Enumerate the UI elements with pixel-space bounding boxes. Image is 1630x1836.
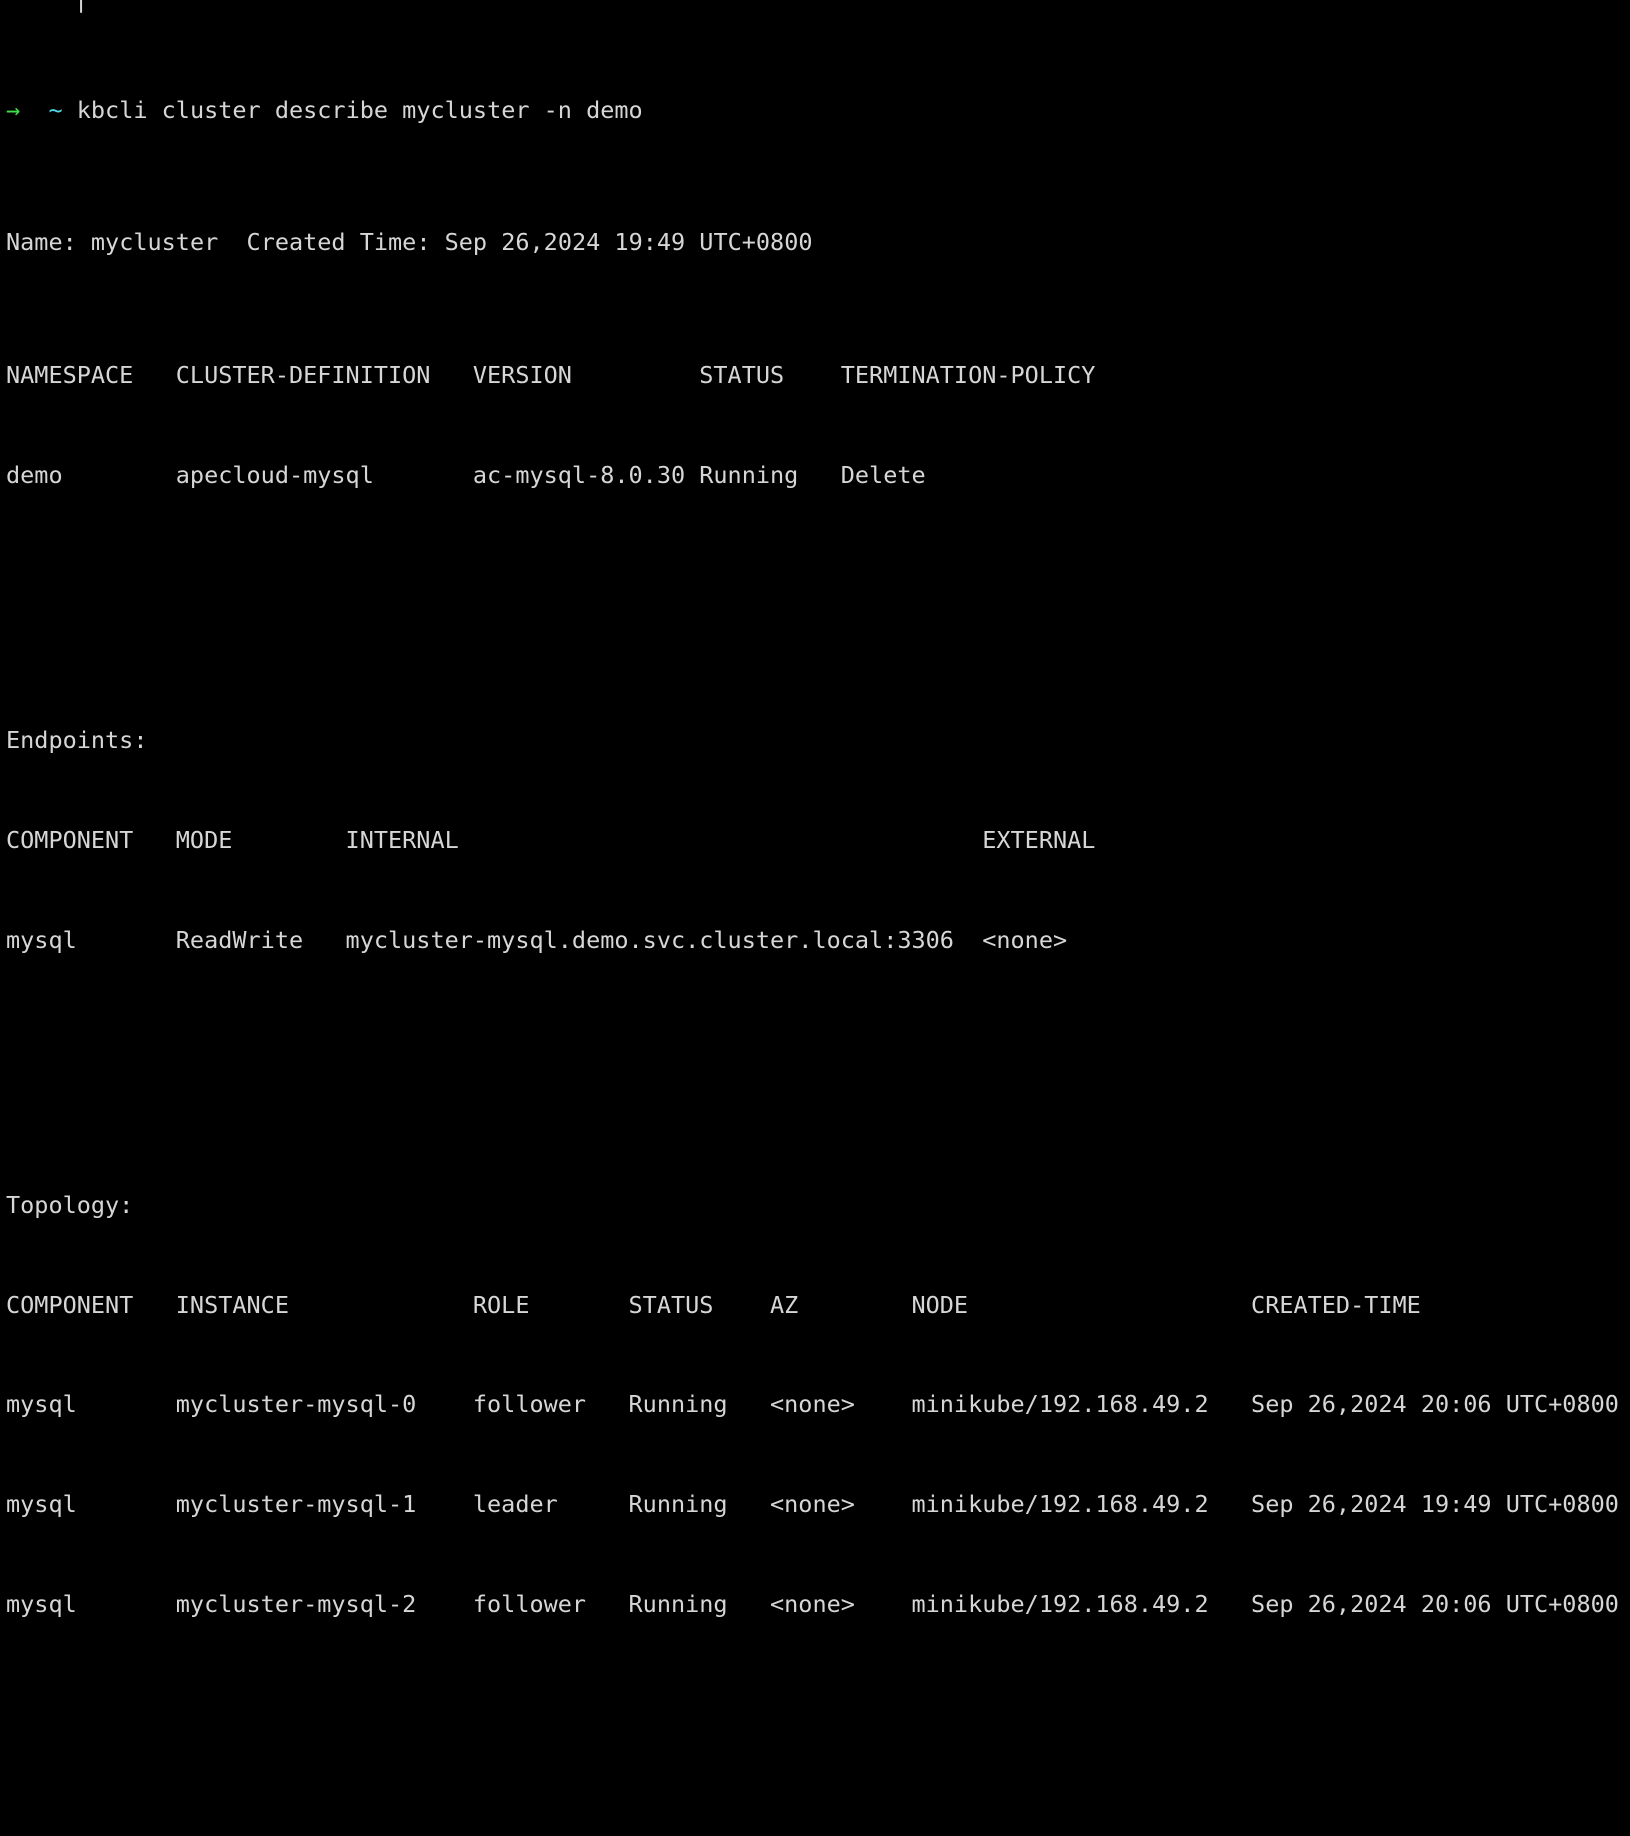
endpoints-table-header: COMPONENT MODE INTERNAL EXTERNAL: [6, 825, 1096, 854]
sp: [218, 228, 246, 256]
prompt-arrow-icon: →: [6, 95, 21, 124]
summary-created-value: Sep 26,2024 19:49 UTC+0800: [444, 228, 813, 257]
summary-table-row: demo apecloud-mysql ac-mysql-8.0.30 Runn…: [6, 460, 926, 489]
topology-title: Topology:: [6, 1191, 134, 1220]
topology-table-header: COMPONENT INSTANCE ROLE STATUS AZ NODE C…: [6, 1290, 1421, 1319]
sp: [77, 228, 91, 256]
summary-name-label: Name:: [6, 228, 77, 257]
prompt-gap2: [63, 96, 77, 124]
prompt-tilde-icon: ~: [48, 95, 63, 124]
terminal-window[interactable]: | → ~ kbcli cluster describe mycluster -…: [0, 0, 1630, 1618]
topology-table-row: mysql mycluster-mysql-2 follower Running…: [6, 1589, 1619, 1618]
endpoints-table-row: mysql ReadWrite mycluster-mysql.demo.svc…: [6, 925, 1068, 954]
sp: [430, 228, 444, 256]
summary-name-value: mycluster: [90, 228, 219, 257]
prompt-line[interactable]: → ~ kbcli cluster describe mycluster -n …: [6, 94, 1619, 127]
summary-created-label: Created Time:: [246, 228, 431, 257]
prompt-command: kbcli cluster describe mycluster -n demo: [76, 95, 643, 124]
terminal-output: → ~ kbcli cluster describe mycluster -n …: [6, 0, 1619, 1836]
endpoints-title: Endpoints:: [6, 726, 148, 755]
topology-table-row: mysql mycluster-mysql-0 follower Running…: [6, 1390, 1619, 1419]
summary-name-line: Name: mycluster Created Time: Sep 26,202…: [6, 226, 1619, 259]
summary-table-header: NAMESPACE CLUSTER-DEFINITION VERSION STA…: [6, 361, 1096, 390]
topology-table-row: mysql mycluster-mysql-1 leader Running <…: [6, 1489, 1619, 1518]
prompt-gap1: [20, 96, 48, 124]
